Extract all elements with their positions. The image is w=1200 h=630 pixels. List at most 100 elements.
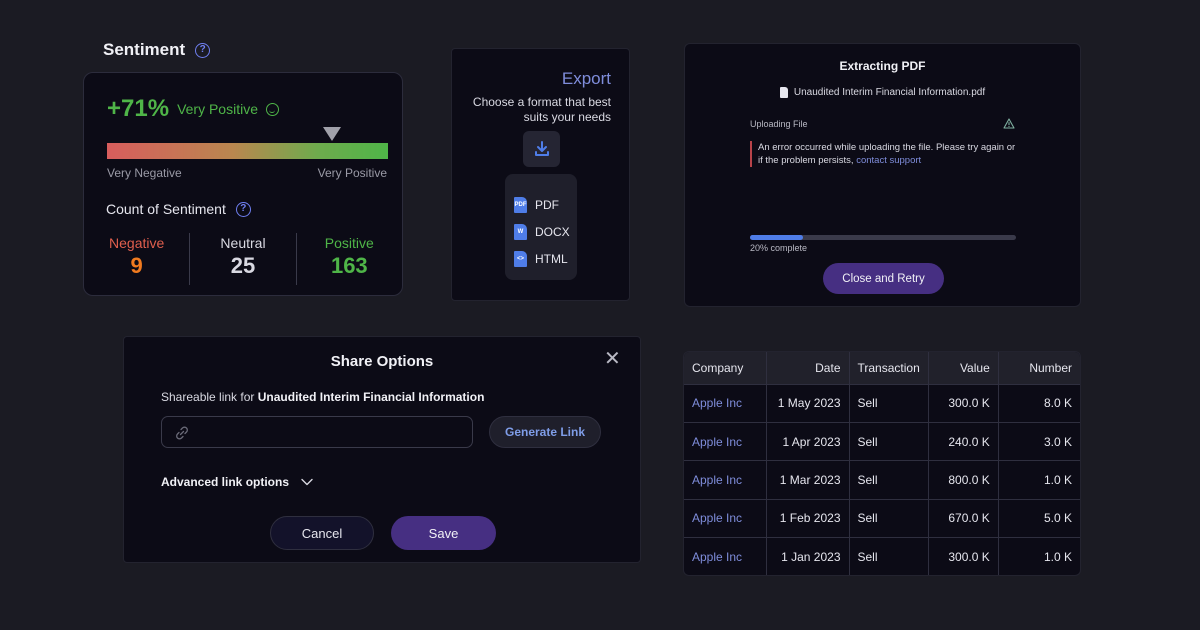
number-cell: 1.0 K xyxy=(997,537,1080,575)
format-option-pdf[interactable]: PDF PDF xyxy=(505,191,577,218)
date-cell: 1 Feb 2023 xyxy=(765,498,849,538)
table-row: Apple Inc 1 Jan 2023 Sell 300.0 K 1.0 K xyxy=(684,537,1080,575)
progress-fill xyxy=(750,235,804,240)
share-options-dialog: Share Options ✕ Shareable link for Unaud… xyxy=(123,336,641,563)
transaction-cell: Sell xyxy=(848,460,929,500)
company-link[interactable]: Apple Inc xyxy=(684,383,766,423)
date-cell: 1 Apr 2023 xyxy=(765,421,849,461)
bar-label-negative: Very Negative xyxy=(107,166,182,180)
value-cell: 240.0 K xyxy=(927,421,999,461)
sentiment-gradient-bar xyxy=(107,143,388,159)
count-label: Positive xyxy=(324,235,374,251)
download-button[interactable] xyxy=(523,131,560,167)
export-card: Export Choose a format that best suits y… xyxy=(451,48,630,301)
date-cell: 1 Mar 2023 xyxy=(765,460,849,500)
progress-bar xyxy=(750,235,1016,240)
share-link-input[interactable] xyxy=(161,416,473,448)
value-cell: 670.0 K xyxy=(927,498,999,538)
sentiment-counts: Negative 9 Neutral 25 Positive 163 xyxy=(84,233,402,285)
value-cell: 300.0 K xyxy=(927,383,999,423)
upload-status: Uploading File xyxy=(750,119,808,129)
transaction-cell: Sell xyxy=(848,537,929,575)
format-option-html[interactable]: <> HTML xyxy=(505,245,577,272)
column-header-value[interactable]: Value xyxy=(927,352,999,384)
count-negative: Negative 9 xyxy=(84,233,189,285)
transaction-cell: Sell xyxy=(848,383,929,423)
company-link[interactable]: Apple Inc xyxy=(684,460,766,500)
sentiment-marker xyxy=(322,127,341,141)
format-label: DOCX xyxy=(535,224,570,239)
company-link[interactable]: Apple Inc xyxy=(684,498,766,538)
company-link[interactable]: Apple Inc xyxy=(684,537,766,575)
contact-support-link[interactable]: contact support xyxy=(856,155,921,166)
table-header-row: Company Date Transaction Value Number xyxy=(684,352,1080,384)
help-icon[interactable]: ? xyxy=(195,42,211,58)
column-header-company[interactable]: Company xyxy=(684,352,766,384)
date-cell: 1 Jan 2023 xyxy=(765,537,849,575)
share-title: Share Options xyxy=(330,353,434,370)
word-file-icon: W xyxy=(514,223,527,240)
sentiment-header: Sentiment ? xyxy=(103,40,211,60)
count-neutral: Neutral 25 xyxy=(189,233,295,285)
advanced-link-options-toggle[interactable]: Advanced link options xyxy=(161,475,313,489)
count-label: Negative xyxy=(109,235,165,251)
transaction-cell: Sell xyxy=(848,498,929,538)
pdf-file-icon: PDF xyxy=(514,196,527,213)
transactions-table: Company Date Transaction Value Number Ap… xyxy=(683,351,1081,576)
sentiment-title: Sentiment xyxy=(103,40,186,59)
value-cell: 800.0 K xyxy=(927,460,999,500)
count-value: 9 xyxy=(130,253,143,278)
document-icon xyxy=(779,87,788,98)
close-icon[interactable]: ✕ xyxy=(604,349,621,369)
file-name-row: Unaudited Interim Financial Information.… xyxy=(685,87,1080,98)
cancel-button[interactable]: Cancel xyxy=(270,516,374,550)
count-value: 25 xyxy=(230,253,256,278)
table-row: Apple Inc 1 Apr 2023 Sell 240.0 K 3.0 K xyxy=(684,421,1080,461)
table-row: Apple Inc 1 Feb 2023 Sell 670.0 K 5.0 K xyxy=(684,498,1080,538)
chevron-down-icon xyxy=(301,478,313,486)
format-list: PDF PDF W DOCX <> HTML xyxy=(505,174,577,280)
file-name: Unaudited Interim Financial Information.… xyxy=(793,87,986,98)
sentiment-card: +71% Very Positive Very Negative Very Po… xyxy=(83,72,403,296)
warning-icon xyxy=(1003,118,1015,129)
link-label-doc: Unaudited Interim Financial Information xyxy=(257,390,485,404)
error-message: An error occurred while uploading the fi… xyxy=(750,141,1020,167)
help-icon[interactable]: ? xyxy=(235,201,251,217)
column-header-number[interactable]: Number xyxy=(997,352,1080,384)
format-label: HTML xyxy=(535,251,568,266)
company-link[interactable]: Apple Inc xyxy=(684,421,766,461)
close-and-retry-button[interactable]: Close and Retry xyxy=(823,263,944,294)
smile-icon xyxy=(266,102,279,116)
format-option-docx[interactable]: W DOCX xyxy=(505,218,577,245)
save-button[interactable]: Save xyxy=(391,516,496,550)
shareable-link-label: Shareable link for Unaudited Interim Fin… xyxy=(161,390,484,404)
value-cell: 300.0 K xyxy=(927,537,999,575)
link-label-prefix: Shareable link for xyxy=(161,390,255,404)
export-title: Export xyxy=(561,69,611,88)
count-title: Count of Sentiment xyxy=(106,201,226,217)
number-cell: 8.0 K xyxy=(997,383,1080,423)
date-cell: 1 May 2023 xyxy=(765,383,849,423)
count-label: Neutral xyxy=(220,235,266,251)
link-icon xyxy=(176,426,188,440)
table-row: Apple Inc 1 May 2023 Sell 300.0 K 8.0 K xyxy=(684,383,1080,423)
count-positive: Positive 163 xyxy=(295,233,402,285)
generate-link-button[interactable]: Generate Link xyxy=(489,416,601,448)
advanced-label: Advanced link options xyxy=(161,475,290,489)
number-cell: 5.0 K xyxy=(997,498,1080,538)
column-header-date[interactable]: Date xyxy=(765,352,849,384)
format-label: PDF xyxy=(535,197,559,212)
column-header-transaction[interactable]: Transaction xyxy=(848,352,929,384)
extracting-title: Extracting PDF xyxy=(839,59,926,73)
count-of-sentiment-header: Count of Sentiment ? xyxy=(106,201,251,217)
sentiment-summary: +71% Very Positive xyxy=(107,95,279,123)
extracting-pdf-card: Extracting PDF Unaudited Interim Financi… xyxy=(684,43,1081,307)
number-cell: 3.0 K xyxy=(997,421,1080,461)
progress-label: 20% complete xyxy=(750,243,808,253)
transaction-cell: Sell xyxy=(848,421,929,461)
download-icon xyxy=(534,141,549,156)
sentiment-percent: +71% xyxy=(107,95,170,122)
export-subtitle: Choose a format that best suits your nee… xyxy=(472,95,611,124)
number-cell: 1.0 K xyxy=(997,460,1080,500)
bar-label-positive: Very Positive xyxy=(317,166,387,180)
